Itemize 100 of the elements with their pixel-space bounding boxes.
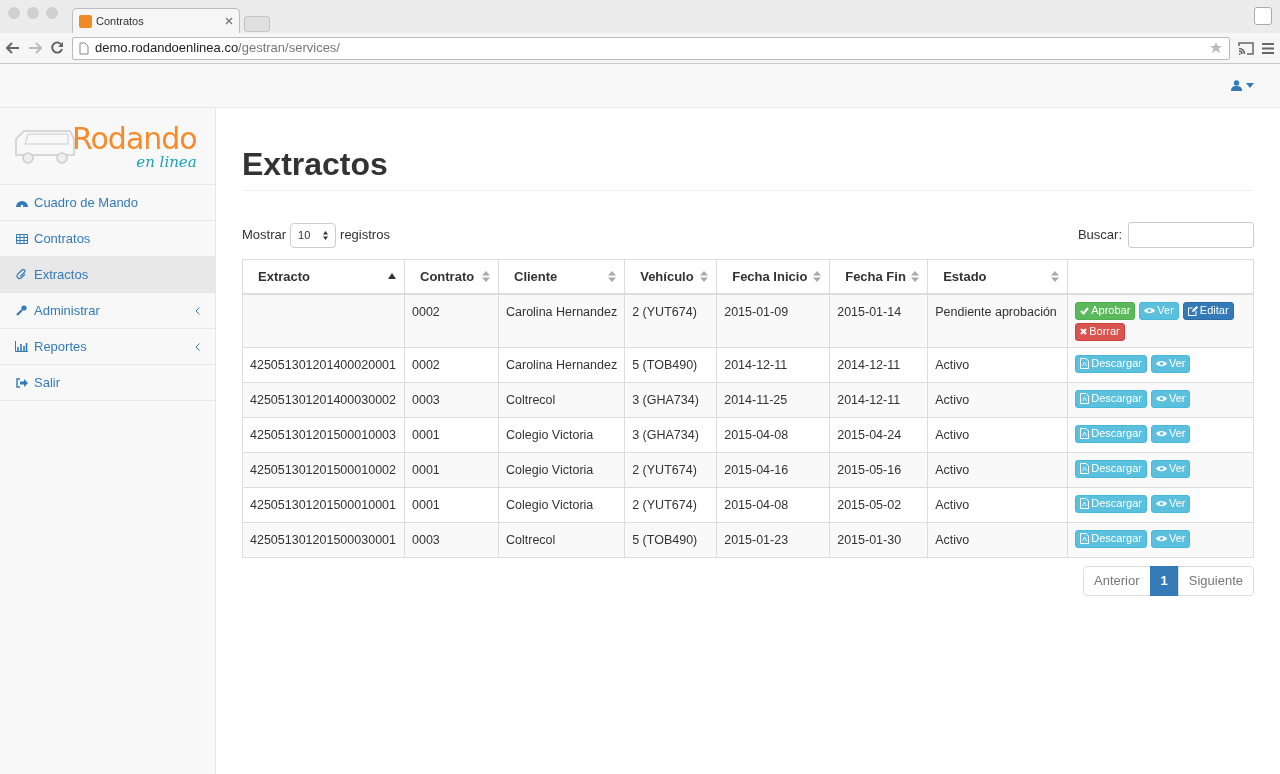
user-menu[interactable] [1231, 80, 1254, 91]
table-cell: Activo [935, 497, 970, 512]
pagination-button[interactable]: 1 [1149, 565, 1179, 596]
delete-button[interactable]: Borrar [1075, 322, 1125, 341]
document-icon [1080, 358, 1090, 369]
x-icon [1080, 328, 1088, 335]
logo-title: Rodando [72, 122, 197, 155]
close-icon[interactable] [225, 17, 233, 25]
menu-icon[interactable] [1262, 41, 1274, 55]
url-text: demo.rodandoenlinea.co/gestran/services/ [95, 39, 341, 58]
window-minimize-control[interactable] [27, 7, 39, 19]
new-tab-button[interactable] [244, 16, 270, 32]
browser-tab[interactable]: Contratos [72, 8, 240, 33]
pagination-button[interactable]: Siguiente [1177, 565, 1254, 596]
table-cell: 2015-01-23 [724, 532, 789, 547]
table-cell: 0003 [412, 532, 440, 547]
table-cell: 0001 [412, 497, 440, 512]
table-cell: Pendiente aprobación [935, 304, 1057, 319]
document-icon [1080, 428, 1090, 439]
paperclip-icon [15, 269, 28, 280]
table-cell: 425051301201500010003 [250, 427, 396, 442]
page-title: Extractos [242, 144, 1254, 191]
table-cell: Coltrecol [506, 532, 556, 547]
table-cell: 3 (GHA734) [632, 427, 699, 442]
reload-icon[interactable] [50, 41, 64, 55]
table-cell: 3 (GHA734) [632, 392, 699, 407]
table-cell: Colegio Victoria [506, 462, 594, 477]
sort-icon [482, 270, 490, 282]
edit-button[interactable]: Editar [1182, 301, 1234, 320]
check-icon [1080, 306, 1090, 315]
table-cell: 2015-04-08 [724, 427, 789, 442]
table-cell: 2 (YUT674) [632, 304, 697, 319]
table-cell: 0003 [412, 392, 440, 407]
table-cell: 2015-01-09 [724, 304, 789, 319]
table-cell: 2015-01-30 [837, 532, 902, 547]
address-bar[interactable]: demo.rodandoenlinea.co/gestran/services/ [72, 36, 1230, 60]
document-icon [1080, 463, 1090, 474]
table-cell: 2015-05-02 [837, 497, 902, 512]
document-icon [1080, 498, 1090, 509]
user-icon [1231, 80, 1242, 91]
cast-icon[interactable] [1238, 41, 1254, 55]
column-header[interactable]: Estado [927, 259, 1068, 294]
tab-title: Contratos [96, 13, 145, 29]
forward-icon[interactable] [28, 42, 42, 54]
page-length-select[interactable]: 10 [290, 222, 337, 248]
eye-icon [1155, 430, 1167, 437]
column-header[interactable]: Vehículo [624, 259, 717, 294]
table-cell: 0002 [412, 304, 440, 319]
eye-icon [1144, 307, 1156, 314]
logo-subtitle: en linea [136, 154, 197, 170]
table-cell: 2015-04-08 [724, 497, 789, 512]
sort-icon [700, 270, 709, 282]
table-cell: 2015-01-14 [837, 304, 902, 319]
column-header[interactable]: Fecha Fin [829, 259, 928, 294]
star-icon[interactable] [1209, 41, 1223, 55]
document-icon [1080, 393, 1090, 404]
eye-icon [1155, 360, 1167, 367]
table-cell: 2014-12-11 [837, 357, 901, 372]
table-cell: 2014-12-11 [837, 392, 901, 407]
sort-icon [911, 270, 920, 282]
table-cell: 2 (YUT674) [632, 497, 697, 512]
table-cell: 2014-11-25 [724, 392, 788, 407]
table-cell: 425051301201500010002 [250, 462, 396, 477]
table-icon [15, 233, 28, 244]
back-icon[interactable] [6, 42, 20, 54]
sign-out-icon [15, 377, 28, 388]
caret-icon [1246, 83, 1254, 88]
show-label: Mostrar [242, 226, 287, 245]
pagination-button[interactable]: Anterior [1083, 565, 1151, 596]
table-cell: Colegio Victoria [506, 427, 594, 442]
table-cell: 425051301201500030001 [250, 532, 396, 547]
column-header[interactable]: Cliente [498, 259, 625, 294]
column-header[interactable]: Extracto [242, 259, 405, 294]
column-header[interactable]: Fecha Inicio [716, 259, 830, 294]
table-cell: 0001 [412, 462, 440, 477]
wrench-icon [15, 305, 28, 316]
window-zoom-control[interactable] [46, 7, 58, 19]
records-label: registros [340, 226, 390, 245]
search-field[interactable] [1128, 222, 1254, 248]
window-close-control[interactable] [8, 7, 20, 19]
table-cell: 0001 [412, 427, 440, 442]
table-cell: 425051301201400020001 [250, 357, 396, 372]
table-cell: 0002 [412, 357, 440, 372]
table-cell: 2015-04-24 [837, 427, 902, 442]
sort-ascending-icon [388, 273, 396, 280]
sort-icon [813, 270, 822, 282]
table-cell: 5 (TOB490) [632, 532, 698, 547]
edit-icon [1187, 305, 1198, 316]
table-cell: 2015-05-16 [837, 462, 902, 477]
approve-button[interactable]: Aprobar [1075, 301, 1136, 320]
column-header[interactable]: Contrato [404, 259, 499, 294]
sort-icon [1051, 270, 1060, 282]
table-cell: Carolina Hernandez [506, 357, 618, 372]
table-cell: Coltrecol [506, 392, 556, 407]
table-cell: 425051301201500010001 [250, 497, 396, 512]
bar-chart-icon [15, 341, 28, 352]
document-icon [1080, 533, 1090, 544]
search-label: Buscar: [1077, 226, 1122, 245]
table-cell: Colegio Victoria [506, 497, 594, 512]
sidebar-item[interactable]: Extractos [0, 257, 215, 293]
